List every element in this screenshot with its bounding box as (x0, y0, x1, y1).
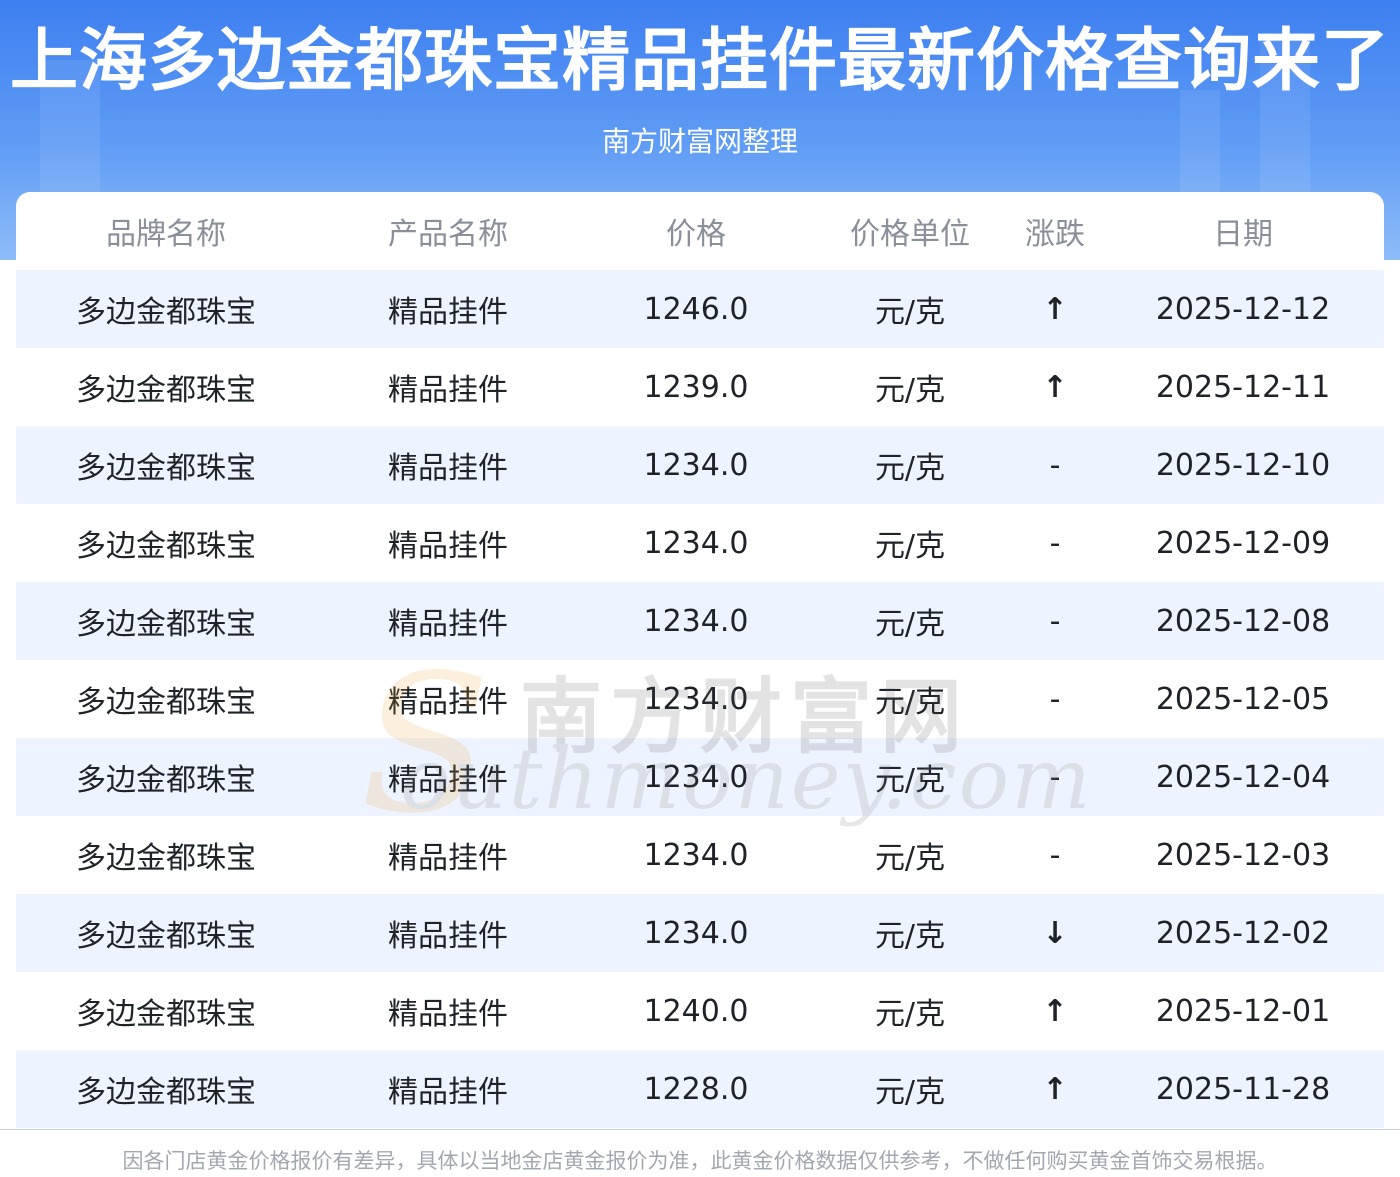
column-header-price: 价格 (666, 217, 726, 252)
unit-cell: 元/克 (874, 841, 946, 876)
price-cell: 1246.0 (643, 291, 749, 327)
trend-down-icon: ↓ (1042, 915, 1068, 951)
product-cell: 精品挂件 (388, 451, 508, 486)
trend-flat-icon: - (1049, 759, 1061, 795)
price-cell: 1234.0 (643, 525, 749, 561)
table-row: 多边金都珠宝 精品挂件 1234.0 元/克 - 2025-12-08 (16, 582, 1384, 660)
unit-cell: 元/克 (874, 763, 946, 798)
price-cell: 1240.0 (643, 993, 749, 1029)
brand-cell: 多边金都珠宝 (76, 607, 256, 642)
product-cell: 精品挂件 (388, 841, 508, 876)
brand-cell: 多边金都珠宝 (76, 919, 256, 954)
table-row: 多边金都珠宝 精品挂件 1234.0 元/克 - 2025-12-05 (16, 660, 1384, 738)
date-cell: 2025-12-12 (1155, 291, 1331, 327)
date-cell: 2025-12-04 (1155, 759, 1331, 795)
trend-flat-icon: - (1049, 447, 1061, 483)
table-row: 多边金都珠宝 精品挂件 1240.0 元/克 ↑ 2025-12-01 (16, 972, 1384, 1050)
table-row: 多边金都珠宝 精品挂件 1234.0 元/克 ↓ 2025-12-02 (16, 894, 1384, 972)
table-row: 多边金都珠宝 精品挂件 1239.0 元/克 ↑ 2025-12-11 (16, 348, 1384, 426)
product-cell: 精品挂件 (388, 529, 508, 564)
column-header-unit: 价格单位 (850, 217, 970, 252)
product-cell: 精品挂件 (388, 373, 508, 408)
trend-up-icon: ↑ (1042, 369, 1068, 405)
product-cell: 精品挂件 (388, 607, 508, 642)
table-row: 多边金都珠宝 精品挂件 1246.0 元/克 ↑ 2025-12-12 (16, 270, 1384, 348)
price-cell: 1234.0 (643, 837, 749, 873)
trend-flat-icon: - (1049, 681, 1061, 717)
product-cell: 精品挂件 (388, 1075, 508, 1110)
footer-divider (0, 1129, 1400, 1130)
unit-cell: 元/克 (874, 607, 946, 642)
trend-flat-icon: - (1049, 603, 1061, 639)
price-cell: 1234.0 (643, 603, 749, 639)
unit-cell: 元/克 (874, 295, 946, 330)
unit-cell: 元/克 (874, 373, 946, 408)
column-header-trend: 涨跌 (1025, 217, 1085, 252)
trend-up-icon: ↑ (1042, 993, 1068, 1029)
product-cell: 精品挂件 (388, 919, 508, 954)
brand-cell: 多边金都珠宝 (76, 451, 256, 486)
table-row: 多边金都珠宝 精品挂件 1228.0 元/克 ↑ 2025-11-28 (16, 1050, 1384, 1128)
unit-cell: 元/克 (874, 919, 946, 954)
price-cell: 1228.0 (643, 1071, 749, 1107)
price-cell: 1239.0 (643, 369, 749, 405)
table-row: 多边金都珠宝 精品挂件 1234.0 元/克 - 2025-12-04 (16, 738, 1384, 816)
date-cell: 2025-12-03 (1155, 837, 1331, 873)
table-header: 品牌名称 产品名称 价格 价格单位 涨跌 日期 (16, 192, 1384, 270)
price-cell: 1234.0 (643, 759, 749, 795)
table-row: 多边金都珠宝 精品挂件 1234.0 元/克 - 2025-12-09 (16, 504, 1384, 582)
product-cell: 精品挂件 (388, 685, 508, 720)
date-cell: 2025-12-01 (1155, 993, 1331, 1029)
trend-up-icon: ↑ (1042, 291, 1068, 327)
column-header-date: 日期 (1213, 217, 1273, 252)
product-cell: 精品挂件 (388, 997, 508, 1032)
unit-cell: 元/克 (874, 997, 946, 1032)
column-header-product: 产品名称 (388, 217, 508, 252)
product-cell: 精品挂件 (388, 295, 508, 330)
price-cell: 1234.0 (643, 447, 749, 483)
date-cell: 2025-12-10 (1155, 447, 1331, 483)
price-table: 品牌名称 产品名称 价格 价格单位 涨跌 日期 多边金都珠宝 精品挂件 1246… (16, 192, 1384, 1129)
date-cell: 2025-12-05 (1155, 681, 1331, 717)
brand-cell: 多边金都珠宝 (76, 997, 256, 1032)
unit-cell: 元/克 (874, 1075, 946, 1110)
page-subtitle: 南方财富网整理 (601, 125, 798, 158)
date-cell: 2025-12-11 (1155, 369, 1331, 405)
brand-cell: 多边金都珠宝 (76, 373, 256, 408)
brand-cell: 多边金都珠宝 (76, 295, 256, 330)
unit-cell: 元/克 (874, 529, 946, 564)
unit-cell: 元/克 (874, 685, 946, 720)
date-cell: 2025-12-02 (1155, 915, 1331, 951)
brand-cell: 多边金都珠宝 (76, 529, 256, 564)
unit-cell: 元/克 (874, 451, 946, 486)
footer-disclaimer: 因各门店黄金价格报价有差异，具体以当地金店黄金报价为准，此黄金价格数据仅供参考，… (122, 1149, 1278, 1173)
brand-cell: 多边金都珠宝 (76, 685, 256, 720)
trend-flat-icon: - (1049, 837, 1061, 873)
trend-up-icon: ↑ (1042, 1071, 1068, 1107)
table-row: 多边金都珠宝 精品挂件 1234.0 元/克 - 2025-12-03 (16, 816, 1384, 894)
brand-cell: 多边金都珠宝 (76, 763, 256, 798)
trend-flat-icon: - (1049, 525, 1061, 561)
product-cell: 精品挂件 (388, 763, 508, 798)
table-row: 多边金都珠宝 精品挂件 1234.0 元/克 - 2025-12-10 (16, 426, 1384, 504)
date-cell: 2025-12-09 (1155, 525, 1331, 561)
brand-cell: 多边金都珠宝 (76, 1075, 256, 1110)
column-header-brand: 品牌名称 (106, 217, 226, 252)
date-cell: 2025-11-28 (1155, 1071, 1331, 1107)
page-title: 上海多边金都珠宝精品挂件最新价格查询来了 (9, 22, 1390, 101)
brand-cell: 多边金都珠宝 (76, 841, 256, 876)
price-cell: 1234.0 (643, 681, 749, 717)
date-cell: 2025-12-08 (1155, 603, 1331, 639)
price-cell: 1234.0 (643, 915, 749, 951)
